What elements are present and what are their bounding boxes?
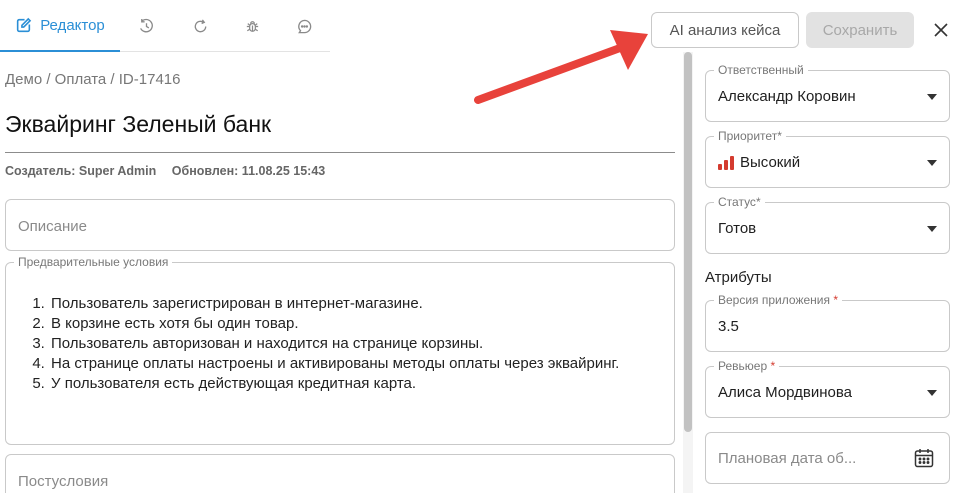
comment-icon [297,19,311,33]
annotation-arrow-icon [474,30,648,104]
scrollbar-thumb[interactable] [684,52,692,432]
list-item: Пользователь авторизован и находится на … [49,334,659,354]
reviewer-select[interactable]: Ревьюер * Алиса Мордвинова [705,359,950,418]
status-select[interactable]: Статус* Готов [705,195,950,254]
preconditions-list: Пользователь зарегистрирован в интернет-… [49,294,659,394]
list-item: Пользователь зарегистрирован в интернет-… [49,294,659,314]
case-meta: Создатель: Super Admin Обновлен: 11.08.2… [5,164,337,178]
app-version-field[interactable]: Версия приложения * 3.5 [705,293,950,352]
priority-value-wrap: Высокий [718,154,800,171]
attributes-heading: Атрибуты [705,269,772,286]
chevron-down-icon [927,94,937,100]
priority-value: Высокий [740,154,801,171]
chevron-down-icon [927,226,937,232]
tab-comments[interactable] [286,0,322,52]
chevron-down-icon [927,160,937,166]
creator-text: Создатель: Super Admin [5,164,157,178]
status-label: Статус* [714,195,765,209]
bug-icon [246,20,258,32]
tab-refresh[interactable] [182,0,218,52]
tab-editor[interactable]: Редактор [0,0,120,52]
scrollbar[interactable] [683,52,693,493]
planned-date-field[interactable]: Плановая дата об... [705,432,950,484]
breadcrumb[interactable]: Демо / Оплата / ID-17416 [5,71,180,88]
tab-bugs[interactable] [234,0,270,52]
description-field[interactable]: Описание [5,199,675,251]
app-version-value: 3.5 [718,318,739,335]
app-version-label: Версия приложения * [714,293,842,307]
title-underline [5,152,675,153]
responsible-label: Ответственный [714,63,808,77]
chevron-down-icon [927,390,937,396]
responsible-select[interactable]: Ответственный Александр Коровин [705,63,950,122]
page-title[interactable]: Эквайринг Зеленый банк [5,111,271,138]
preconditions-label: Предварительные условия [14,255,173,269]
description-placeholder: Описание [18,218,88,235]
list-item: В корзине есть хотя бы один товар. [49,314,659,334]
close-icon [934,23,948,37]
responsible-value: Александр Коровин [718,88,856,105]
history-icon [139,18,153,32]
planned-date-placeholder: Плановая дата об... [718,450,857,467]
priority-bars-icon [718,155,734,170]
tab-history[interactable] [128,0,164,52]
edit-icon [17,17,32,32]
updated-text: Обновлен: 11.08.25 15:43 [171,164,326,178]
list-item: У пользователя есть действующая кредитна… [49,374,659,394]
refresh-icon [194,18,206,32]
postconditions-placeholder: Постусловия [18,473,109,490]
status-value: Готов [718,220,757,237]
priority-label: Приоритет* [714,129,786,143]
tab-bar: Редактор [0,0,330,52]
reviewer-label: Ревьюер * [714,359,780,373]
priority-select[interactable]: Приоритет* Высокий [705,129,950,188]
ai-analysis-button[interactable]: AI анализ кейса [651,12,799,48]
reviewer-value: Алиса Мордвинова [718,384,853,401]
tab-editor-label: Редактор [40,16,105,34]
preconditions-field[interactable]: Предварительные условия Пользователь зар… [5,255,675,445]
calendar-icon[interactable] [913,447,935,469]
list-item: На странице оплаты настроены и активиров… [49,354,659,374]
close-button[interactable] [928,17,954,43]
save-button[interactable]: Сохранить [806,12,914,48]
postconditions-field[interactable]: Постусловия [5,454,675,493]
